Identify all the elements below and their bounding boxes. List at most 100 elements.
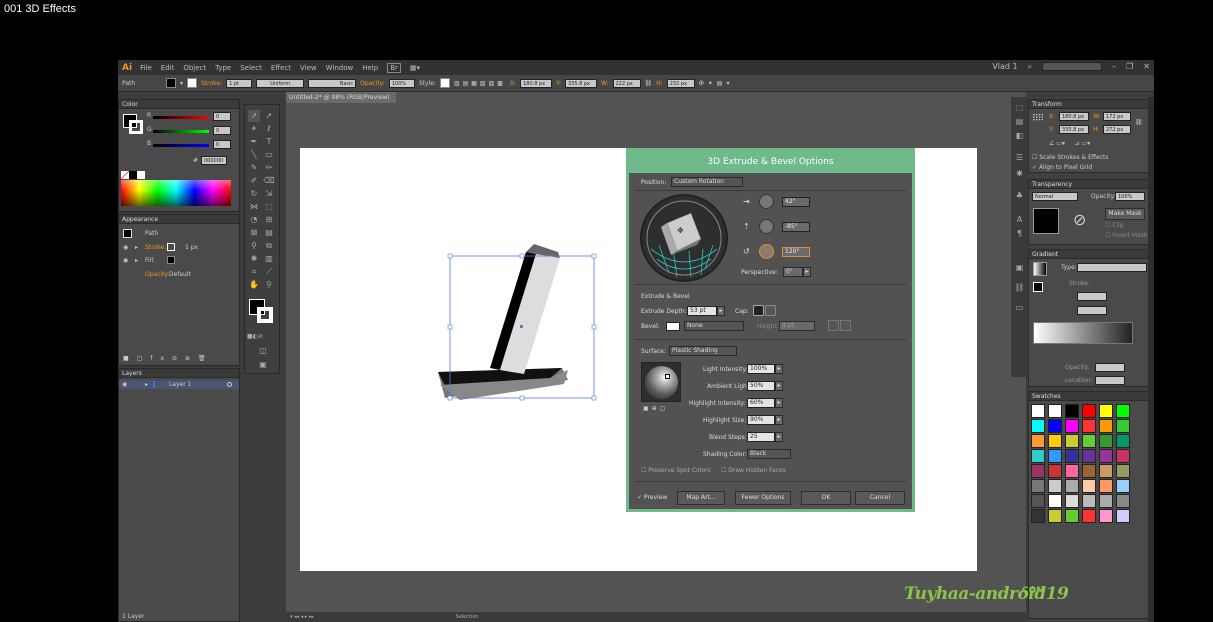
color-swatch[interactable] [1065,509,1079,523]
color-swatch[interactable] [1065,494,1079,508]
shape-builder-tool-icon[interactable]: ◔ [248,214,260,226]
blend-mode-select[interactable]: Normal [1032,192,1078,201]
color-swatch[interactable] [1065,434,1079,448]
layer-name[interactable]: Layer 1 [169,381,191,388]
color-swatch[interactable] [1082,434,1096,448]
gr-opacity-field[interactable] [1095,363,1125,372]
highlight-size-field[interactable]: 90% [747,415,775,425]
blend-steps-field[interactable]: 25 [747,432,775,442]
expand-arrow-icon[interactable]: ▸ [135,257,138,264]
menu-view[interactable]: View [300,64,317,72]
black-swatch[interactable] [129,171,137,179]
eye-icon[interactable]: ◉ [123,244,128,251]
color-swatch[interactable] [1082,479,1096,493]
z-angle-field[interactable]: 120° [782,247,810,257]
bevel-select[interactable]: None [684,321,744,331]
lasso-tool-icon[interactable]: ℓ [263,123,275,135]
appearance-fill-swatch[interactable] [167,256,175,264]
link-icon[interactable]: ⛓ [645,80,653,87]
hex-field[interactable]: 000000 [201,156,227,165]
fill-swatch[interactable] [166,78,176,88]
preview-checkbox[interactable]: ✓ Preview [637,494,667,501]
transparency-panel-tab[interactable]: Transparency [1029,180,1149,189]
surface-select[interactable]: Plastic Shading [669,346,737,356]
h-field[interactable]: 232 px [666,78,695,88]
hand-tool-icon[interactable]: ✋ [248,279,260,291]
mesh-tool-icon[interactable]: ⊠ [248,227,260,239]
ok-button[interactable]: OK [801,491,851,505]
position-select[interactable]: Custom Rotation [671,177,743,187]
variable-width-select[interactable]: Uniform [256,78,305,88]
arrange-documents-icon[interactable]: ▦▾ [410,64,420,72]
magic-wand-tool-icon[interactable]: ✴ [248,123,260,135]
shading-color-select[interactable]: Black [747,449,791,459]
draw-mode-icon[interactable]: ◫ [257,345,269,357]
opacity-label[interactable]: Opacity: [360,80,385,87]
color-swatch[interactable] [1099,434,1113,448]
gr-location-field[interactable] [1095,376,1125,385]
symbols-panel-icon[interactable]: ♣ [1014,191,1025,202]
x-angle-field[interactable]: 42° [782,197,810,207]
gradient-slider[interactable] [1033,322,1133,344]
x-angle-dial[interactable] [759,194,774,209]
gradient-tool-icon[interactable]: ▤ [263,227,275,239]
paintbrush-tool-icon[interactable]: ✎ [248,162,260,174]
dropdown-icon[interactable]: ▸ [775,364,783,374]
tp-h-field[interactable]: 272 px [1103,125,1131,134]
eye-icon[interactable]: ◉ [123,257,128,264]
free-transform-tool-icon[interactable]: ⬚ [263,201,275,213]
light-source-handle[interactable] [665,374,670,379]
menu-select[interactable]: Select [240,64,262,72]
color-swatch[interactable] [1116,479,1130,493]
green-slider[interactable] [153,130,209,133]
scale-tool-icon[interactable]: ⇲ [263,188,275,200]
fewer-options-button[interactable]: Fewer Options [735,491,791,505]
white-swatch[interactable] [137,171,145,179]
layer-row[interactable]: ◉ ▸ Layer 1 [119,380,239,389]
y-angle-field[interactable]: -85° [782,222,810,232]
status-tool[interactable]: Selection [456,614,479,620]
color-spectrum[interactable] [121,180,231,206]
expand-arrow-icon[interactable]: ▸ [135,244,138,251]
no-mask-icon[interactable]: ⊘ [1073,210,1093,230]
blend-tool-icon[interactable]: ⧉ [263,240,275,252]
swatches-panel-tab[interactable]: Swatches [1029,392,1149,401]
align-icons[interactable]: ▥▤▦▧▨▩ [454,80,506,87]
scale-strokes-checkbox[interactable]: ☐ Scale Strokes & Effects [1032,154,1108,161]
link-icon[interactable]: ⛓ [1135,119,1143,126]
color-swatch[interactable] [1116,494,1130,508]
appearance-panel-tab[interactable]: Appearance [119,215,239,224]
color-swatch[interactable] [1099,494,1113,508]
lighting-sphere[interactable] [641,362,681,402]
color-swatch[interactable] [1031,419,1045,433]
expand-arrow-icon[interactable]: ▸ [145,381,148,388]
appearance-footer-icons[interactable]: ■□fx⊘⊕🗑 [123,355,214,362]
character-panel-icon[interactable]: A [1014,215,1025,226]
clip-checkbox[interactable]: ☐ Clip [1105,222,1124,229]
gr-angle-field[interactable] [1077,306,1107,315]
blue-slider[interactable] [153,144,209,147]
color-mode-icon[interactable]: ■◐⊘ [247,331,263,343]
direct-selection-tool-icon[interactable]: ➚ [263,110,275,122]
color-swatch[interactable] [1048,434,1062,448]
perspective-field[interactable]: 0° [783,267,803,277]
color-swatch[interactable] [1065,464,1079,478]
gr-fill-stroke-proxy[interactable] [1033,282,1043,292]
y-field[interactable]: 335.8 px [564,78,597,88]
type-tool-icon[interactable]: T [263,136,275,148]
menu-help[interactable]: Help [362,64,378,72]
color-swatch[interactable] [1031,479,1045,493]
bevel-out-button[interactable] [840,320,851,331]
perspective-grid-tool-icon[interactable]: ⊞ [263,214,275,226]
stroke-swatch[interactable] [187,78,198,88]
status-zoom-controls[interactable]: ▾ ◂◂ ◂ ▸ ▸▸ [290,614,314,620]
bevel-in-button[interactable] [828,320,839,331]
color-swatch[interactable] [1082,419,1096,433]
blob-brush-tool-icon[interactable]: ✐ [248,175,260,187]
color-swatch[interactable] [1031,404,1045,418]
brush-select[interactable]: Basic [308,78,357,88]
invert-mask-checkbox[interactable]: ☐ Invert Mask [1105,232,1147,239]
stroke-panel-icon[interactable]: ☰ [1014,153,1025,164]
menu-window[interactable]: Window [326,64,354,72]
green-field[interactable]: 0 [213,126,231,135]
